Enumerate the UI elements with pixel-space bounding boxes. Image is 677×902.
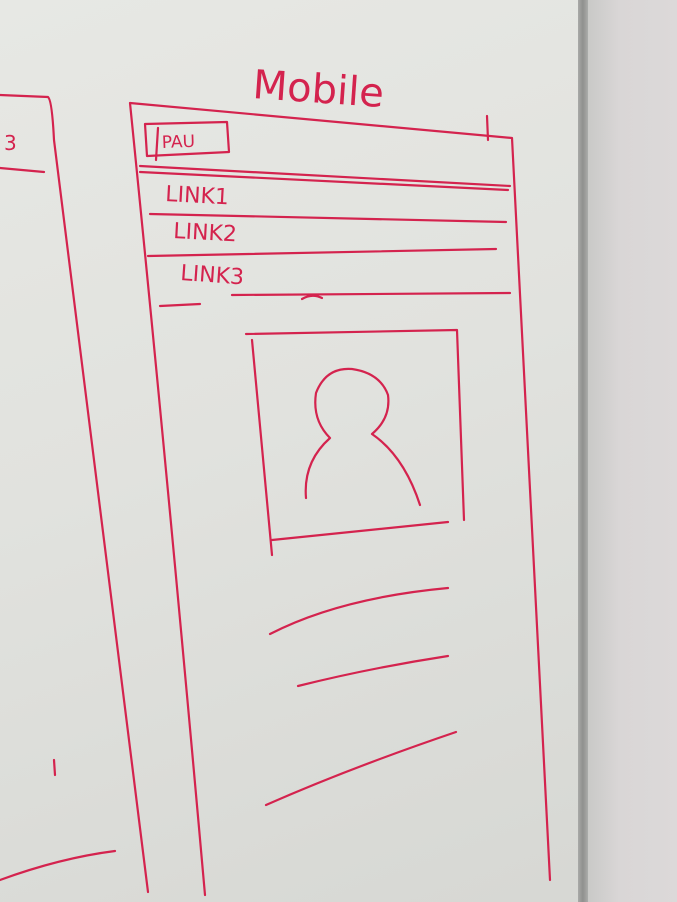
nav-links: LINK1 LINK2 LINK3: [146, 182, 512, 308]
whiteboard-photo: 3 Mobile PAU LINK1 LINK2 LINK3: [0, 0, 677, 902]
person-silhouette-icon: [304, 367, 422, 507]
logo-label: PAU: [161, 132, 195, 153]
logo-box: PAU: [143, 120, 231, 162]
left-wireframe-fragment: 3: [0, 93, 150, 894]
avatar-placeholder: [244, 328, 466, 557]
nav-link-3: LINK3: [180, 261, 245, 290]
nav-link-2: LINK2: [173, 219, 238, 247]
left-fragment-label: 3: [4, 131, 17, 155]
nav-link-1: LINK1: [165, 182, 230, 210]
mobile-wireframe-sketch: 3 Mobile PAU LINK1 LINK2 LINK3: [0, 62, 552, 897]
content-text-lines: [264, 586, 458, 807]
sketch-title: Mobile: [251, 62, 385, 117]
